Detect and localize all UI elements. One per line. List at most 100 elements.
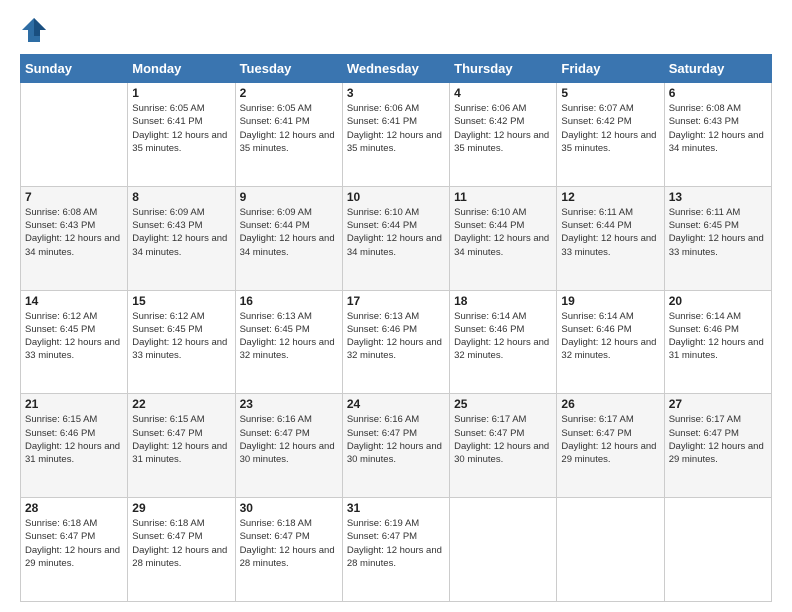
day-detail: Sunrise: 6:10 AMSunset: 6:44 PMDaylight:… bbox=[454, 206, 552, 259]
day-detail: Sunrise: 6:14 AMSunset: 6:46 PMDaylight:… bbox=[561, 310, 659, 363]
header bbox=[20, 16, 772, 44]
calendar-cell: 7 Sunrise: 6:08 AMSunset: 6:43 PMDaylight… bbox=[21, 186, 128, 290]
calendar-cell: 24 Sunrise: 6:16 AMSunset: 6:47 PMDayligh… bbox=[342, 394, 449, 498]
day-number: 14 bbox=[25, 294, 123, 308]
calendar-cell bbox=[664, 498, 771, 602]
day-detail: Sunrise: 6:17 AMSunset: 6:47 PMDaylight:… bbox=[669, 413, 767, 466]
calendar-cell: 21 Sunrise: 6:15 AMSunset: 6:46 PMDayligh… bbox=[21, 394, 128, 498]
calendar-cell: 1 Sunrise: 6:05 AMSunset: 6:41 PMDaylight… bbox=[128, 83, 235, 187]
calendar-cell: 18 Sunrise: 6:14 AMSunset: 6:46 PMDayligh… bbox=[450, 290, 557, 394]
calendar-cell: 12Sunrise: 6:11 AMSunset: 6:44 PMDayligh… bbox=[557, 186, 664, 290]
calendar-header-monday: Monday bbox=[128, 55, 235, 83]
day-detail: Sunrise: 6:19 AMSunset: 6:47 PMDaylight:… bbox=[347, 517, 445, 570]
day-number: 9 bbox=[240, 190, 338, 204]
calendar-header-saturday: Saturday bbox=[664, 55, 771, 83]
day-number: 4 bbox=[454, 86, 552, 100]
day-number: 20 bbox=[669, 294, 767, 308]
day-number: 6 bbox=[669, 86, 767, 100]
day-number: 8 bbox=[132, 190, 230, 204]
day-number: 25 bbox=[454, 397, 552, 411]
day-detail: Sunrise: 6:06 AMSunset: 6:42 PMDaylight:… bbox=[454, 102, 552, 155]
calendar-cell: 10 Sunrise: 6:10 AMSunset: 6:44 PMDayligh… bbox=[342, 186, 449, 290]
calendar-cell: 17 Sunrise: 6:13 AMSunset: 6:46 PMDayligh… bbox=[342, 290, 449, 394]
day-detail: Sunrise: 6:15 AMSunset: 6:47 PMDaylight:… bbox=[132, 413, 230, 466]
day-detail: Sunrise: 6:05 AMSunset: 6:41 PMDaylight:… bbox=[240, 102, 338, 155]
day-number: 31 bbox=[347, 501, 445, 515]
day-detail: Sunrise: 6:16 AMSunset: 6:47 PMDaylight:… bbox=[240, 413, 338, 466]
calendar-cell: 19 Sunrise: 6:14 AMSunset: 6:46 PMDayligh… bbox=[557, 290, 664, 394]
day-detail: Sunrise: 6:17 AMSunset: 6:47 PMDaylight:… bbox=[561, 413, 659, 466]
day-detail: Sunrise: 6:08 AMSunset: 6:43 PMDaylight:… bbox=[669, 102, 767, 155]
day-number: 22 bbox=[132, 397, 230, 411]
calendar-week-row: 14 Sunrise: 6:12 AMSunset: 6:45 PMDayligh… bbox=[21, 290, 772, 394]
day-number: 24 bbox=[347, 397, 445, 411]
day-number: 7 bbox=[25, 190, 123, 204]
logo-icon bbox=[20, 16, 48, 44]
calendar-cell: 11Sunrise: 6:10 AMSunset: 6:44 PMDayligh… bbox=[450, 186, 557, 290]
calendar-table: SundayMondayTuesdayWednesdayThursdayFrid… bbox=[20, 54, 772, 602]
day-detail: Sunrise: 6:15 AMSunset: 6:46 PMDaylight:… bbox=[25, 413, 123, 466]
day-number: 1 bbox=[132, 86, 230, 100]
calendar-cell: 6 Sunrise: 6:08 AMSunset: 6:43 PMDaylight… bbox=[664, 83, 771, 187]
calendar-week-row: 28 Sunrise: 6:18 AMSunset: 6:47 PMDayligh… bbox=[21, 498, 772, 602]
calendar-cell: 15 Sunrise: 6:12 AMSunset: 6:45 PMDayligh… bbox=[128, 290, 235, 394]
day-detail: Sunrise: 6:18 AMSunset: 6:47 PMDaylight:… bbox=[132, 517, 230, 570]
day-number: 29 bbox=[132, 501, 230, 515]
calendar-header-sunday: Sunday bbox=[21, 55, 128, 83]
calendar-week-row: 1 Sunrise: 6:05 AMSunset: 6:41 PMDaylight… bbox=[21, 83, 772, 187]
day-number: 13 bbox=[669, 190, 767, 204]
day-number: 16 bbox=[240, 294, 338, 308]
calendar-cell bbox=[450, 498, 557, 602]
calendar-cell: 3Sunrise: 6:06 AMSunset: 6:41 PMDaylight… bbox=[342, 83, 449, 187]
day-number: 17 bbox=[347, 294, 445, 308]
calendar-cell: 30Sunrise: 6:18 AMSunset: 6:47 PMDayligh… bbox=[235, 498, 342, 602]
calendar-cell: 27Sunrise: 6:17 AMSunset: 6:47 PMDayligh… bbox=[664, 394, 771, 498]
day-detail: Sunrise: 6:09 AMSunset: 6:43 PMDaylight:… bbox=[132, 206, 230, 259]
day-number: 19 bbox=[561, 294, 659, 308]
day-number: 15 bbox=[132, 294, 230, 308]
day-detail: Sunrise: 6:16 AMSunset: 6:47 PMDaylight:… bbox=[347, 413, 445, 466]
day-detail: Sunrise: 6:12 AMSunset: 6:45 PMDaylight:… bbox=[25, 310, 123, 363]
calendar-cell: 31 Sunrise: 6:19 AMSunset: 6:47 PMDayligh… bbox=[342, 498, 449, 602]
day-number: 5 bbox=[561, 86, 659, 100]
calendar-cell: 5 Sunrise: 6:07 AMSunset: 6:42 PMDaylight… bbox=[557, 83, 664, 187]
calendar-cell: 25 Sunrise: 6:17 AMSunset: 6:47 PMDayligh… bbox=[450, 394, 557, 498]
calendar-cell: 14 Sunrise: 6:12 AMSunset: 6:45 PMDayligh… bbox=[21, 290, 128, 394]
calendar-cell: 22 Sunrise: 6:15 AMSunset: 6:47 PMDayligh… bbox=[128, 394, 235, 498]
calendar-cell: 29 Sunrise: 6:18 AMSunset: 6:47 PMDayligh… bbox=[128, 498, 235, 602]
calendar-cell bbox=[557, 498, 664, 602]
calendar-header-wednesday: Wednesday bbox=[342, 55, 449, 83]
logo bbox=[20, 16, 52, 44]
day-number: 10 bbox=[347, 190, 445, 204]
day-detail: Sunrise: 6:13 AMSunset: 6:46 PMDaylight:… bbox=[347, 310, 445, 363]
day-detail: Sunrise: 6:14 AMSunset: 6:46 PMDaylight:… bbox=[454, 310, 552, 363]
day-detail: Sunrise: 6:08 AMSunset: 6:43 PMDaylight:… bbox=[25, 206, 123, 259]
calendar-cell: 20Sunrise: 6:14 AMSunset: 6:46 PMDayligh… bbox=[664, 290, 771, 394]
calendar-header-friday: Friday bbox=[557, 55, 664, 83]
calendar-cell: 4 Sunrise: 6:06 AMSunset: 6:42 PMDaylight… bbox=[450, 83, 557, 187]
day-detail: Sunrise: 6:12 AMSunset: 6:45 PMDaylight:… bbox=[132, 310, 230, 363]
day-number: 21 bbox=[25, 397, 123, 411]
page: SundayMondayTuesdayWednesdayThursdayFrid… bbox=[0, 0, 792, 612]
day-detail: Sunrise: 6:11 AMSunset: 6:44 PMDaylight:… bbox=[561, 206, 659, 259]
day-detail: Sunrise: 6:05 AMSunset: 6:41 PMDaylight:… bbox=[132, 102, 230, 155]
calendar-cell: 16 Sunrise: 6:13 AMSunset: 6:45 PMDayligh… bbox=[235, 290, 342, 394]
day-detail: Sunrise: 6:18 AMSunset: 6:47 PMDaylight:… bbox=[25, 517, 123, 570]
calendar-cell: 23Sunrise: 6:16 AMSunset: 6:47 PMDayligh… bbox=[235, 394, 342, 498]
day-detail: Sunrise: 6:13 AMSunset: 6:45 PMDaylight:… bbox=[240, 310, 338, 363]
day-number: 28 bbox=[25, 501, 123, 515]
day-detail: Sunrise: 6:17 AMSunset: 6:47 PMDaylight:… bbox=[454, 413, 552, 466]
calendar-cell: 26Sunrise: 6:17 AMSunset: 6:47 PMDayligh… bbox=[557, 394, 664, 498]
day-detail: Sunrise: 6:06 AMSunset: 6:41 PMDaylight:… bbox=[347, 102, 445, 155]
calendar-week-row: 7 Sunrise: 6:08 AMSunset: 6:43 PMDaylight… bbox=[21, 186, 772, 290]
calendar-header-tuesday: Tuesday bbox=[235, 55, 342, 83]
day-detail: Sunrise: 6:09 AMSunset: 6:44 PMDaylight:… bbox=[240, 206, 338, 259]
day-detail: Sunrise: 6:11 AMSunset: 6:45 PMDaylight:… bbox=[669, 206, 767, 259]
calendar-cell: 2 Sunrise: 6:05 AMSunset: 6:41 PMDaylight… bbox=[235, 83, 342, 187]
calendar-cell: 9 Sunrise: 6:09 AMSunset: 6:44 PMDaylight… bbox=[235, 186, 342, 290]
calendar-header-row: SundayMondayTuesdayWednesdayThursdayFrid… bbox=[21, 55, 772, 83]
day-detail: Sunrise: 6:07 AMSunset: 6:42 PMDaylight:… bbox=[561, 102, 659, 155]
day-number: 18 bbox=[454, 294, 552, 308]
day-detail: Sunrise: 6:10 AMSunset: 6:44 PMDaylight:… bbox=[347, 206, 445, 259]
day-number: 2 bbox=[240, 86, 338, 100]
